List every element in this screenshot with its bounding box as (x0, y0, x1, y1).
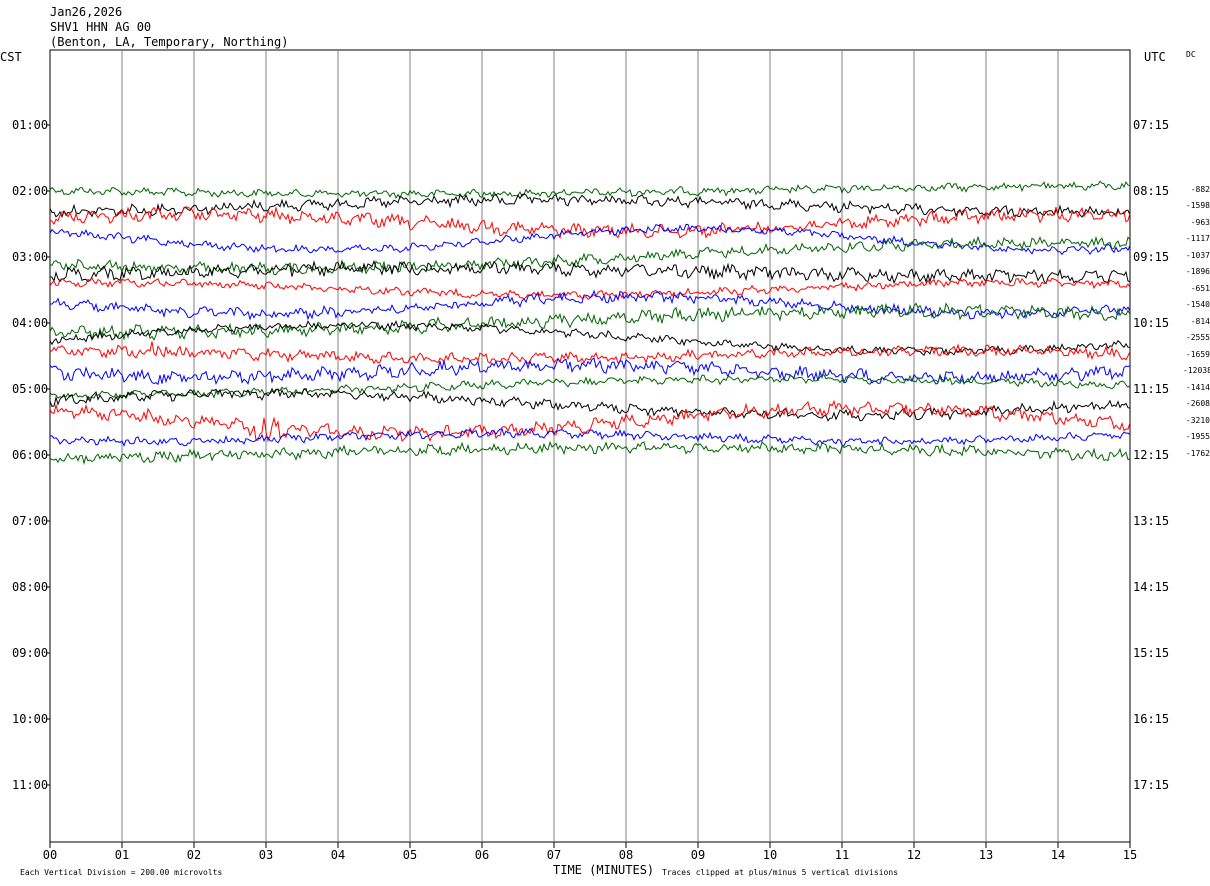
trace-offset-label: -3210 (1185, 415, 1210, 425)
trace-offset-label: -1955 (1185, 432, 1210, 442)
x-tick-label: 03 (259, 848, 273, 862)
left-hour-label: 08:00 (12, 580, 49, 594)
seismic-trace (49, 206, 1131, 239)
x-tick-label: 02 (187, 848, 201, 862)
seismic-trace (49, 289, 1131, 321)
trace-offset-label: -2555 (1185, 333, 1210, 343)
left-hour-label: 09:00 (12, 646, 49, 660)
x-tick-label: 06 (475, 848, 489, 862)
left-hour-label: 01:00 (12, 118, 49, 132)
left-hour-label: 07:00 (12, 514, 49, 528)
right-hour-label: 17:15 (1133, 778, 1170, 792)
trace-offset-label: -814 (1190, 316, 1210, 326)
x-tick-label: 11 (835, 848, 849, 862)
seismic-trace (49, 277, 1131, 301)
x-tick-label: 09 (691, 848, 705, 862)
left-hour-label: 03:00 (12, 250, 49, 264)
right-hour-label: 10:15 (1133, 316, 1170, 330)
trace-offset-label: -1762 (1185, 448, 1210, 458)
seismic-trace (49, 428, 1131, 447)
left-hour-label: 05:00 (12, 382, 49, 396)
left-hour-label: 10:00 (12, 712, 49, 726)
trace-offset-label: -651 (1190, 283, 1210, 293)
right-hour-label: 11:15 (1133, 382, 1170, 396)
trace-offset-label: -12038 (1183, 366, 1210, 376)
trace-offset-label: -1659 (1185, 349, 1210, 359)
left-hour-label: 11:00 (12, 778, 49, 792)
seismic-trace (49, 223, 1131, 256)
right-hour-label: 08:15 (1133, 184, 1170, 198)
seismic-trace (49, 399, 1131, 443)
right-hour-label: 15:15 (1133, 646, 1170, 660)
x-tick-label: 04 (331, 848, 345, 862)
trace-offset-label: -1117 (1185, 234, 1210, 244)
trace-offset-label: -1037 (1185, 250, 1210, 260)
division-note: Each Vertical Division = 200.00 microvol… (20, 868, 223, 877)
right-hour-label: 16:15 (1133, 712, 1170, 726)
x-tick-label: 12 (907, 848, 921, 862)
x-tick-label: 01 (115, 848, 129, 862)
trace-offset-label: -963 (1190, 217, 1210, 227)
seismic-trace (49, 180, 1131, 200)
left-hour-label: 02:00 (12, 184, 49, 198)
trace-offset-label: -1414 (1185, 382, 1210, 392)
trace-offset-label: -2608 (1185, 399, 1210, 409)
x-axis-title: TIME (MINUTES) (553, 863, 655, 877)
helicorder-chart: 00 01 02 03 04 05 06 07 08 09 10 11 12 13 14 15 (43, 49, 1137, 862)
x-tick-label: 07 (547, 848, 561, 862)
right-hour-label: 13:15 (1133, 514, 1170, 528)
trace-offset-label: -1540 (1185, 300, 1210, 310)
left-hour-label: 04:00 (12, 316, 49, 330)
x-tick-label: 08 (619, 848, 633, 862)
trace-offset-label: -1598 (1185, 201, 1210, 211)
x-tick-label: 14 (1051, 848, 1065, 862)
x-tick-label: 13 (979, 848, 993, 862)
seismic-trace (49, 440, 1131, 466)
x-tick-label: 05 (403, 848, 417, 862)
trace-offset-label: -1896 (1185, 267, 1210, 277)
x-tick-label: 15 (1123, 848, 1137, 862)
right-hour-label: 14:15 (1133, 580, 1170, 594)
x-tick-label: 00 (43, 848, 57, 862)
right-hour-label: 09:15 (1133, 250, 1170, 264)
clip-note: Traces clipped at plus/minus 5 vertical … (662, 868, 899, 877)
right-hour-label: 07:15 (1133, 118, 1170, 132)
left-hour-label: 06:00 (12, 448, 49, 462)
trace-offset-label: -882 (1190, 184, 1210, 194)
x-tick-label: 10 (763, 848, 777, 862)
seismic-trace (49, 341, 1131, 365)
right-hour-label: 12:15 (1133, 448, 1170, 462)
